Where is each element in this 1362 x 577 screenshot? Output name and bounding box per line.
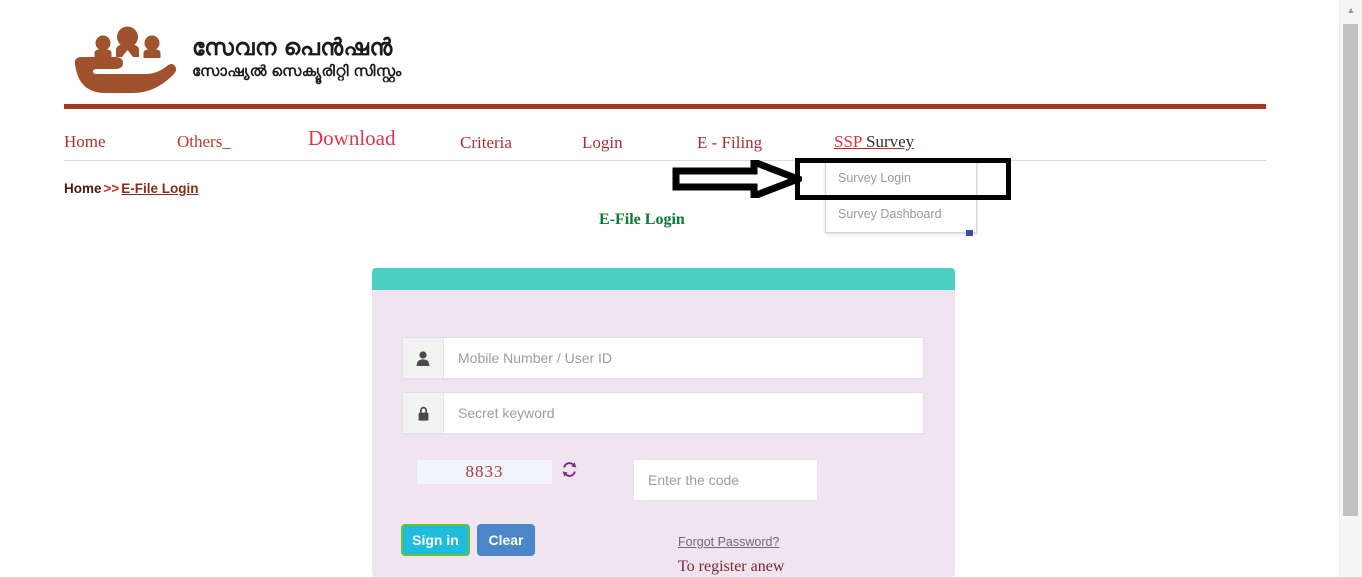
nav-label-survey: Survey: [865, 132, 915, 151]
forgot-password-link[interactable]: Forgot Password?: [678, 535, 779, 549]
captcha-input[interactable]: [634, 460, 817, 500]
login-card-header: [372, 268, 955, 290]
site-logo-text: സേവന പെൻഷൻ സോഷ്യൽ സെക്യൂരിറ്റി സിസ്റ്റം: [192, 34, 402, 82]
breadcrumb: Home >> E-File Login: [64, 181, 199, 196]
breadcrumb-home[interactable]: Home: [64, 181, 102, 196]
site-header: സേവന പെൻഷൻ സോഷ്യൽ സെക്യൂരിറ്റി സിസ്റ്റം: [64, 8, 1266, 100]
nav-label-ssp: SSP: [834, 132, 862, 151]
refresh-icon[interactable]: [558, 461, 580, 483]
site-subtitle: സോഷ്യൽ സെക്യൂരിറ്റി സിസ്റ്റം: [192, 63, 402, 80]
nav-label-download: Download: [308, 126, 396, 150]
lock-icon: [403, 393, 444, 433]
page-canvas: സേവന പെൻഷൻ സോഷ്യൽ സെക്യൂരിറ്റി സിസ്റ്റം …: [0, 0, 1340, 577]
main-navigation: Home Others_ Download Criteria Login E -…: [64, 112, 1266, 160]
nav-label-criteria: Criteria: [460, 133, 512, 152]
captcha-code: 8833: [417, 460, 552, 484]
password-field-row: [402, 392, 924, 434]
nav-item-others[interactable]: Others_: [177, 132, 231, 152]
breadcrumb-current[interactable]: E-File Login: [121, 181, 198, 196]
dropdown-marker-icon: [966, 230, 973, 236]
dropdown-item-survey-dashboard[interactable]: Survey Dashboard: [826, 196, 976, 232]
dropdown-label-survey-login: Survey Login: [838, 171, 911, 185]
vertical-scrollbar[interactable]: ▲: [1339, 0, 1362, 577]
clear-button[interactable]: Clear: [477, 524, 535, 556]
nav-item-efiling[interactable]: E - Filing: [697, 133, 762, 153]
page-title: E-File Login: [599, 211, 685, 228]
username-input[interactable]: [444, 338, 923, 378]
dropdown-label-survey-dashboard: Survey Dashboard: [838, 207, 942, 221]
username-field-row: [402, 337, 924, 379]
nav-label-others: Others: [177, 132, 223, 151]
nav-item-home[interactable]: Home: [64, 132, 106, 152]
login-card: 8833 Sign in Clear Forgot Password? To r…: [372, 268, 955, 577]
nav-item-login[interactable]: Login: [582, 133, 623, 153]
chevron-down-icon: _: [222, 132, 231, 151]
nav-divider: [64, 160, 1266, 161]
register-anew-link[interactable]: To register anew: [678, 558, 784, 576]
password-input[interactable]: [444, 393, 923, 433]
nav-label-login: Login: [582, 133, 623, 152]
signin-button[interactable]: Sign in: [401, 524, 470, 556]
scrollbar-thumb[interactable]: [1343, 24, 1358, 516]
nav-label-efiling: E - Filing: [697, 133, 763, 152]
scroll-up-arrow-icon[interactable]: ▲: [1340, 0, 1362, 20]
nav-item-download[interactable]: Download: [308, 126, 396, 151]
nav-label-home: Home: [64, 132, 106, 151]
site-title: സേവന പെൻഷൻ: [192, 34, 393, 60]
nav-item-criteria[interactable]: Criteria: [460, 133, 512, 153]
breadcrumb-separator: >>: [103, 181, 120, 196]
dropdown-item-survey-login[interactable]: Survey Login: [826, 161, 976, 196]
nav-item-ssp-survey[interactable]: SSP Survey: [834, 132, 914, 152]
captcha-input-wrapper: [633, 459, 818, 501]
brand-divider: [64, 104, 1266, 109]
hand-holding-people-icon: [71, 24, 184, 96]
user-icon: [403, 338, 444, 378]
ssp-survey-dropdown-menu: Survey Login Survey Dashboard: [825, 160, 977, 236]
annotation-arrow-icon: [672, 156, 808, 202]
